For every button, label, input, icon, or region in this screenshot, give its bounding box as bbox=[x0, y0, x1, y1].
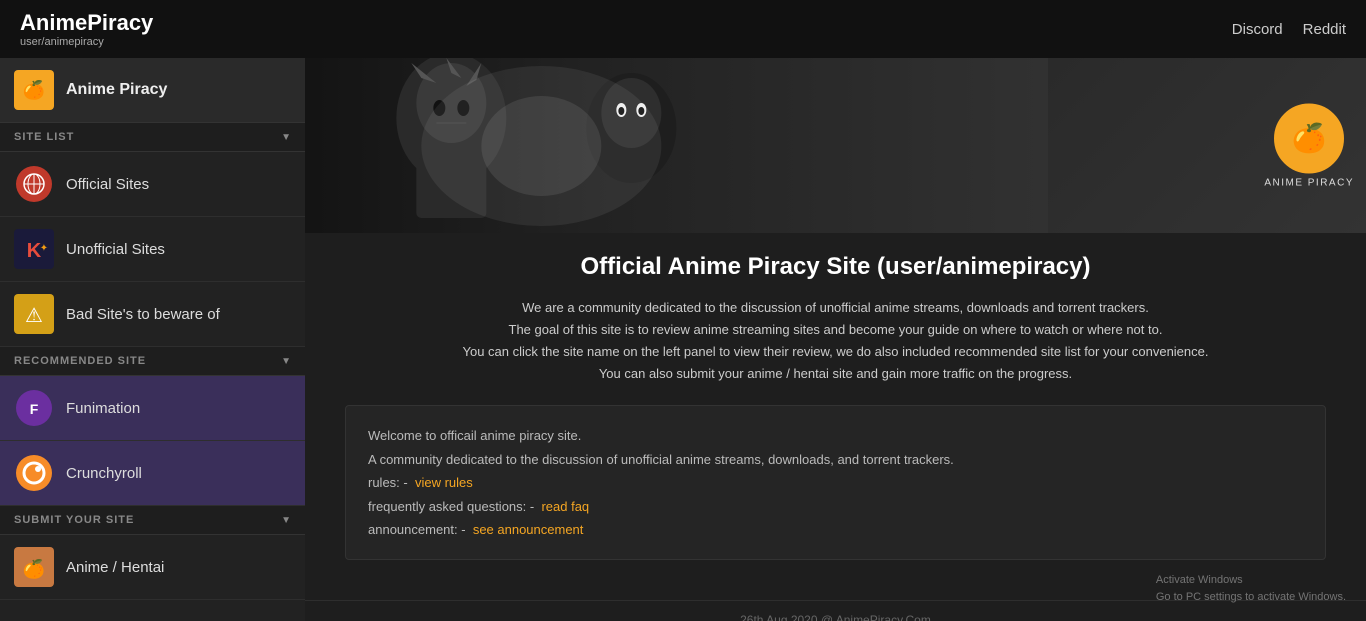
announce-prefix: announcement: - bbox=[368, 522, 466, 537]
anime-hentai-icon: 🍊 bbox=[14, 547, 54, 587]
recommended-section-header[interactable]: RECOMMENDED SITE ▼ bbox=[0, 347, 305, 376]
content-body: Official Anime Piracy Site (user/animepi… bbox=[305, 233, 1366, 600]
desc-line-1: We are a community dedicated to the disc… bbox=[522, 300, 1149, 315]
page-description: We are a community dedicated to the disc… bbox=[345, 297, 1326, 385]
svg-text:🍊: 🍊 bbox=[23, 558, 47, 579]
infobox-rules: rules: - view rules bbox=[368, 471, 1303, 494]
desc-line-3: You can click the site name on the left … bbox=[463, 344, 1209, 359]
crunchyroll-icon bbox=[14, 453, 54, 493]
anime-hentai-label: Anime / Hentai bbox=[66, 559, 164, 576]
faq-link[interactable]: read faq bbox=[541, 499, 589, 514]
submit-title: SUBMIT YOUR SITE bbox=[14, 514, 134, 526]
sidebar-item-funimation[interactable]: F Funimation bbox=[0, 376, 305, 441]
unofficial-sites-icon: K ✦ bbox=[14, 229, 54, 269]
sidebar: 🍊 Anime Piracy SITE LIST ▼ Official Site… bbox=[0, 58, 305, 621]
banner-logo-icon: 🍊 bbox=[1274, 103, 1344, 173]
main-layout: 🍊 Anime Piracy SITE LIST ▼ Official Site… bbox=[0, 58, 1366, 621]
bad-sites-label: Bad Site's to beware of bbox=[66, 306, 220, 323]
bad-sites-icon: ⚠ bbox=[14, 294, 54, 334]
banner-logo-box: 🍊 ANIME PIRACY bbox=[1264, 103, 1354, 188]
sidebar-item-unofficial-sites[interactable]: K ✦ Unofficial Sites bbox=[0, 217, 305, 282]
announce-link[interactable]: see announcement bbox=[473, 522, 584, 537]
infobox-faq: frequently asked questions: - read faq bbox=[368, 495, 1303, 518]
official-sites-icon bbox=[14, 164, 54, 204]
banner-figure bbox=[305, 58, 1048, 233]
unofficial-sites-label: Unofficial Sites bbox=[66, 241, 165, 258]
sidebar-item-crunchyroll[interactable]: Crunchyroll bbox=[0, 441, 305, 506]
sidebar-item-anime-hentai[interactable]: 🍊 Anime / Hentai bbox=[0, 535, 305, 600]
brand: AnimePiracy user/animepiracy bbox=[20, 10, 153, 48]
submit-chevron: ▼ bbox=[281, 515, 291, 526]
svg-text:F: F bbox=[30, 401, 39, 417]
sidebar-top-item[interactable]: 🍊 Anime Piracy bbox=[0, 58, 305, 123]
info-box: Welcome to officail anime piracy site. A… bbox=[345, 405, 1326, 560]
official-sites-label: Official Sites bbox=[66, 176, 149, 193]
infobox-line1: Welcome to officail anime piracy site. bbox=[368, 424, 1303, 447]
site-list-chevron: ▼ bbox=[281, 132, 291, 143]
infobox-announce: announcement: - see announcement bbox=[368, 518, 1303, 541]
sidebar-item-bad-sites[interactable]: ⚠ Bad Site's to beware of bbox=[0, 282, 305, 347]
rules-link[interactable]: view rules bbox=[415, 475, 473, 490]
recommended-chevron: ▼ bbox=[281, 356, 291, 367]
svg-text:⚠: ⚠ bbox=[25, 305, 43, 327]
submit-section-header[interactable]: SUBMIT YOUR SITE ▼ bbox=[0, 506, 305, 535]
desc-line-2: The goal of this site is to review anime… bbox=[509, 322, 1163, 337]
brand-sub: user/animepiracy bbox=[20, 36, 153, 48]
discord-link[interactable]: Discord bbox=[1232, 21, 1283, 38]
rules-prefix: rules: - bbox=[368, 475, 408, 490]
topnav: AnimePiracy user/animepiracy Discord Red… bbox=[0, 0, 1366, 58]
faq-prefix: frequently asked questions: - bbox=[368, 499, 534, 514]
topnav-links: Discord Reddit bbox=[1232, 21, 1346, 38]
brand-name: AnimePiracy bbox=[20, 10, 153, 36]
sidebar-top-label: Anime Piracy bbox=[66, 81, 167, 99]
crunchyroll-label: Crunchyroll bbox=[66, 465, 142, 482]
funimation-label: Funimation bbox=[66, 400, 140, 417]
infobox-line2: A community dedicated to the discussion … bbox=[368, 448, 1303, 471]
banner-logo-text: ANIME PIRACY bbox=[1264, 177, 1354, 188]
page-title: Official Anime Piracy Site (user/animepi… bbox=[345, 253, 1326, 281]
sidebar-item-official-sites[interactable]: Official Sites bbox=[0, 152, 305, 217]
reddit-link[interactable]: Reddit bbox=[1303, 21, 1346, 38]
anime-piracy-icon: 🍊 bbox=[14, 70, 54, 110]
desc-line-4: You can also submit your anime / hentai … bbox=[599, 366, 1072, 381]
footer-bar: 26th Aug 2020 @ AnimePiracy.Com bbox=[305, 600, 1366, 621]
content-area: 🍊 ANIME PIRACY Official Anime Piracy Sit… bbox=[305, 58, 1366, 621]
site-list-section-header[interactable]: SITE LIST ▼ bbox=[0, 123, 305, 152]
svg-text:✦: ✦ bbox=[40, 243, 48, 254]
banner: 🍊 ANIME PIRACY bbox=[305, 58, 1366, 233]
recommended-title: RECOMMENDED SITE bbox=[14, 355, 146, 367]
footer-text: 26th Aug 2020 @ AnimePiracy.Com bbox=[740, 613, 931, 621]
site-list-title: SITE LIST bbox=[14, 131, 74, 143]
funimation-icon: F bbox=[14, 388, 54, 428]
